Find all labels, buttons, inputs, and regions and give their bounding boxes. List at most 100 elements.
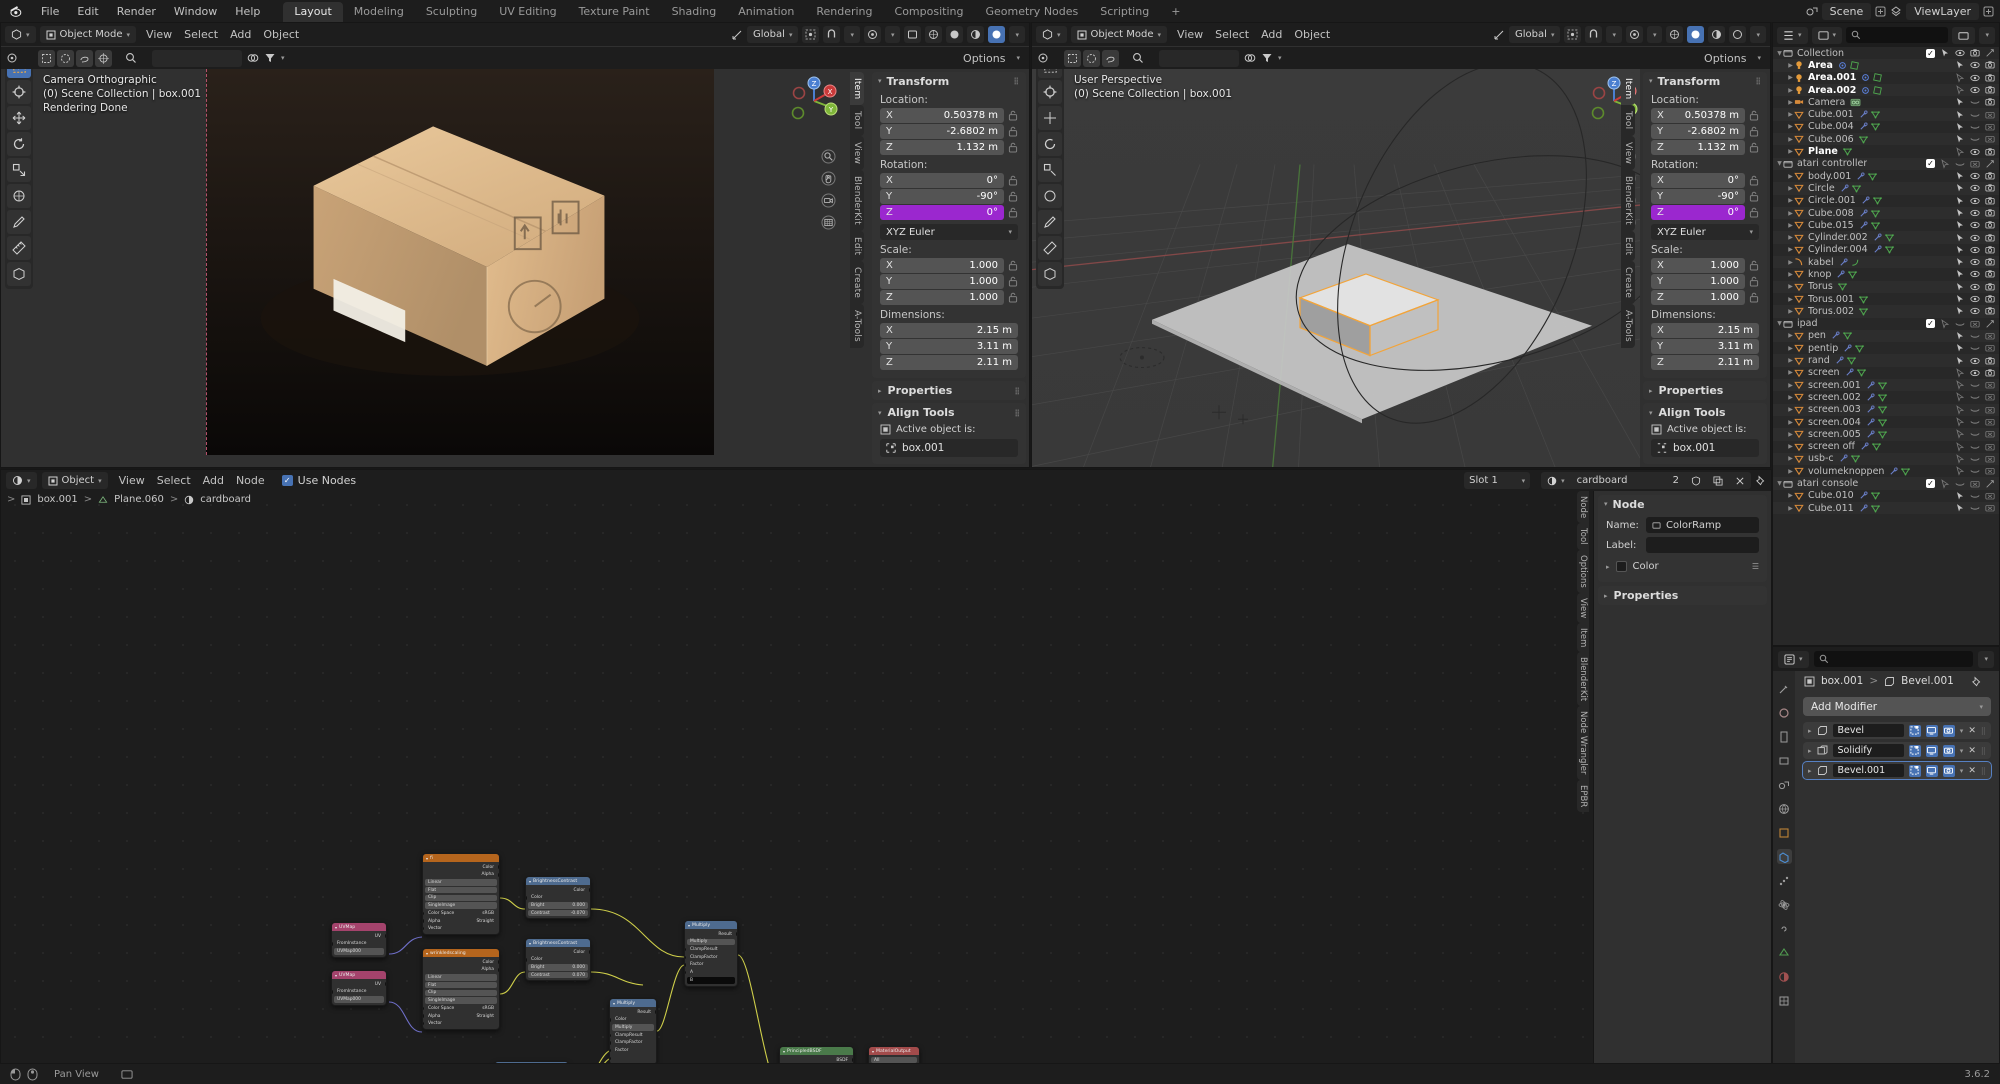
object-mode-selector-left[interactable]: Object Mode ▾: [40, 26, 137, 43]
node-output-socket-row[interactable]: Color: [425, 864, 497, 870]
outliner-collection-row[interactable]: ▼atari controller✓: [1773, 158, 1999, 170]
modifier-dropdown-icon[interactable]: ▾: [1960, 727, 1964, 735]
outliner-object-row[interactable]: ▶Camera: [1773, 96, 1999, 108]
disclosure-triangle-icon[interactable]: ▶: [1787, 505, 1794, 512]
selectable-arrow-icon[interactable]: [1955, 503, 1965, 513]
editor-type-selector-properties[interactable]: ▾: [1778, 651, 1809, 668]
location-field-z-left[interactable]: Z1.132 m: [880, 140, 1004, 155]
outliner-object-row[interactable]: ▶Area.002: [1773, 84, 1999, 96]
modifier-row[interactable]: ▸Bevel▾✕⣿: [1803, 722, 1991, 739]
input-socket[interactable]: [609, 1034, 611, 1037]
lock-icon[interactable]: [1008, 260, 1018, 272]
shader-node[interactable]: ▾fiColorAlphaLinearFlatClipSingleImageCo…: [422, 853, 500, 935]
selectable-arrow-icon[interactable]: [1955, 257, 1965, 267]
object-mode-selector-right[interactable]: Object Mode ▾: [1071, 26, 1168, 43]
npanel-tab-edit-left[interactable]: Edit: [850, 231, 864, 261]
hide-in-viewport-eye-icon[interactable]: [1970, 110, 1980, 120]
tool-gizmo-icon[interactable]: [6, 52, 18, 64]
hide-in-viewport-eye-icon[interactable]: [1955, 48, 1965, 58]
scene-selector[interactable]: Scene: [1822, 3, 1872, 20]
editor-type-selector-right[interactable]: ▾: [1036, 26, 1067, 43]
input-socket[interactable]: [422, 912, 424, 915]
hide-in-viewport-eye-icon[interactable]: [1970, 356, 1980, 366]
workspace-tab-scripting[interactable]: Scripting: [1089, 2, 1160, 22]
tab-material-icon[interactable]: [1777, 969, 1792, 984]
hide-in-viewport-eye-icon[interactable]: [1970, 147, 1980, 157]
node-property-row[interactable]: AlphaStraight: [425, 918, 497, 924]
shader-node[interactable]: ▾UVMapUVFromlnstanceUVMap000: [331, 922, 387, 958]
node-property-row[interactable]: SingleImage: [425, 902, 497, 908]
node-sidebar-tab-item[interactable]: Item: [1577, 623, 1589, 652]
node-property-row[interactable]: Contrast0.070: [528, 972, 588, 978]
node-output-socket-row[interactable]: Color: [528, 949, 588, 955]
outliner-object-row[interactable]: ▶Area.001: [1773, 72, 1999, 84]
tab-data-icon[interactable]: [1777, 945, 1792, 960]
npanel-tab-create-right[interactable]: Create: [1621, 261, 1635, 304]
disable-in-renders-camera-icon[interactable]: [1985, 97, 1995, 107]
shader-node[interactable]: ▾wrinkledscalingColorAlphaLinearFlatClip…: [422, 948, 500, 1030]
node-property-row[interactable]: Contrast-0.070: [528, 910, 588, 916]
tab-modifiers-icon[interactable]: [1777, 849, 1792, 864]
node-property-row[interactable]: All: [871, 1057, 917, 1063]
properties-editor[interactable]: ▾ ▾: [1772, 646, 2000, 1064]
modifier-name[interactable]: Solidify: [1833, 744, 1904, 757]
node-property-row[interactable]: Color: [528, 895, 588, 901]
output-socket[interactable]: [498, 865, 500, 868]
node-output-socket-row[interactable]: Result: [687, 931, 735, 937]
disable-in-renders-camera-icon[interactable]: [1985, 147, 1995, 157]
selectable-arrow-icon[interactable]: [1955, 294, 1965, 304]
disclosure-triangle-icon[interactable]: ▶: [1787, 197, 1794, 204]
viewport-left-menu-add[interactable]: Add: [224, 27, 257, 42]
output-socket[interactable]: [589, 888, 591, 891]
lock-icon[interactable]: [1749, 191, 1759, 203]
node-collapse-icon[interactable]: ▾: [688, 923, 690, 928]
disclosure-triangle-icon[interactable]: ▼: [1776, 320, 1783, 327]
disable-in-renders-camera-icon[interactable]: [1985, 110, 1995, 120]
scale-field-z-right[interactable]: Z1.000: [1651, 290, 1745, 305]
viewport-right[interactable]: ▾ Object Mode ▾ ViewSelectAddObject Glob…: [1031, 22, 1771, 468]
tool-gizmo-icon-right[interactable]: [1037, 52, 1049, 64]
disclosure-triangle-icon[interactable]: ▶: [1787, 111, 1794, 118]
disable-in-renders-camera-icon[interactable]: [1985, 306, 1995, 316]
selectable-arrow-icon[interactable]: [1955, 417, 1965, 427]
location-field-z-right[interactable]: Z1.132 m: [1651, 140, 1745, 155]
search-icon-left[interactable]: [125, 52, 137, 64]
lock-icon[interactable]: [1749, 110, 1759, 122]
lock-icon[interactable]: [1008, 292, 1018, 304]
outliner-object-row[interactable]: ▶screen.005: [1773, 428, 1999, 440]
principled-bsdf-node[interactable]: ▾PrincipledBSDFBSDFGGX▾Random Walk▾BaseC…: [779, 1046, 854, 1063]
disclosure-triangle-icon[interactable]: ▶: [1787, 123, 1794, 130]
hide-in-viewport-eye-icon[interactable]: [1970, 257, 1980, 267]
rotation-mode-right[interactable]: XYZ Euler▾: [1651, 224, 1759, 240]
outliner-object-row[interactable]: ▶Cube.008: [1773, 207, 1999, 219]
shader-node[interactable]: ▾UVMapUVFromlnstanceUVMap000: [331, 970, 387, 1006]
node-property-row[interactable]: Bright0.000: [528, 902, 588, 908]
input-socket[interactable]: [609, 1049, 611, 1052]
dimensions-field-x-right[interactable]: X2.15 m: [1651, 323, 1759, 338]
shader-node[interactable]: ▾MultiplyResultColorMultiplyClampResultC…: [609, 998, 657, 1063]
disclosure-triangle-icon[interactable]: ▶: [1787, 136, 1794, 143]
disclosure-triangle-icon[interactable]: ▶: [1787, 492, 1794, 499]
modifier-realtime-toggle[interactable]: [1926, 725, 1938, 737]
output-socket[interactable]: [589, 950, 591, 953]
node-header[interactable]: ▾UVMap: [332, 923, 386, 931]
selectable-arrow-icon[interactable]: [1955, 171, 1965, 181]
camera-view-icon-left[interactable]: [820, 192, 837, 209]
node-property-row[interactable]: Fromlnstance: [334, 941, 384, 947]
lock-icon[interactable]: [1749, 175, 1759, 187]
disable-in-renders-camera-icon[interactable]: [1985, 245, 1995, 255]
disclosure-triangle-icon[interactable]: ▶: [1787, 308, 1794, 315]
input-socket[interactable]: [422, 1007, 424, 1010]
proportional-edit-icon-right[interactable]: [1626, 26, 1643, 43]
node-panel-header[interactable]: ▾ Node: [1598, 495, 1767, 513]
outliner-collection-row[interactable]: ▼Collection✓: [1773, 47, 1999, 59]
disable-in-renders-camera-icon[interactable]: [1970, 159, 1980, 169]
node-property-row[interactable]: ClampFactor: [612, 1040, 654, 1046]
top-menu-help[interactable]: Help: [226, 3, 269, 20]
output-socket[interactable]: [498, 873, 500, 876]
node-output-socket-row[interactable]: Color: [425, 959, 497, 965]
node-property-row[interactable]: Clip: [425, 990, 497, 996]
shading-popover-right[interactable]: ▾: [1750, 26, 1766, 43]
input-socket[interactable]: [684, 956, 686, 959]
workspace-tab-modeling[interactable]: Modeling: [343, 2, 415, 22]
